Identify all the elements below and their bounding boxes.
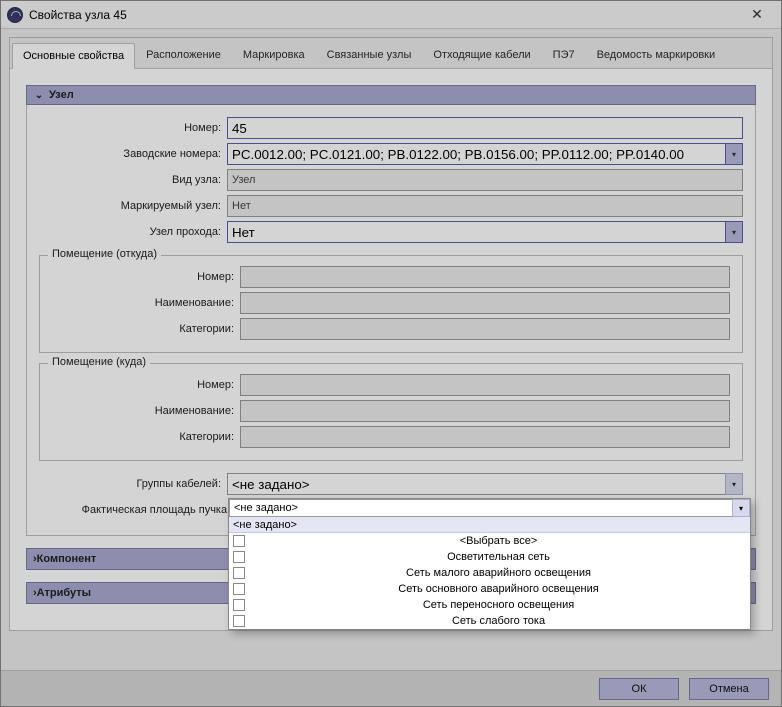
chevron-down-icon[interactable]: ▾: [725, 221, 743, 243]
dropdown-selected-text: <не задано>: [229, 499, 732, 517]
chevron-down-icon[interactable]: ▾: [732, 499, 750, 517]
label-rt-name: Наименование:: [52, 405, 240, 417]
label-marked-node: Маркируемый узел:: [39, 200, 227, 212]
checkbox-icon[interactable]: [233, 535, 245, 547]
tab-label: Расположение: [146, 49, 221, 61]
label-bundle-area: Фактическая площадь пучка, см²:: [39, 504, 259, 516]
dropdown-list: <Выбрать все> Осветительная сеть Сеть ма…: [229, 533, 750, 629]
chevron-down-icon[interactable]: ▾: [725, 473, 743, 495]
value-rt-cat: [240, 426, 730, 448]
value-rt-name: [240, 400, 730, 422]
window-title: Свойства узла 45: [29, 8, 737, 22]
label-node-kind: Вид узла:: [39, 174, 227, 186]
app-icon: [7, 7, 23, 23]
value-rf-number: [240, 266, 730, 288]
tab-outgoing-cables[interactable]: Отходящие кабели: [422, 42, 541, 68]
input-number[interactable]: [227, 117, 743, 139]
dropdown-highlighted-item[interactable]: <не задано>: [229, 517, 750, 533]
dropdown-option[interactable]: Сеть основного аварийного освещения: [229, 581, 750, 597]
chevron-down-icon: ⌄: [33, 90, 45, 101]
tab-marking[interactable]: Маркировка: [232, 42, 316, 68]
checkbox-icon[interactable]: [233, 583, 245, 595]
dropdown-option[interactable]: <Выбрать все>: [229, 533, 750, 549]
fieldset-room-from: Помещение (откуда) Номер: Наименование: …: [39, 255, 743, 353]
combo-factory-numbers[interactable]: ▾: [227, 143, 743, 165]
tab-main-props[interactable]: Основные свойства: [12, 43, 135, 69]
label-rt-cat: Категории:: [52, 431, 240, 443]
tab-linked-nodes[interactable]: Связанные узлы: [316, 42, 423, 68]
combo-passage-node[interactable]: ▾: [227, 221, 743, 243]
dropdown-option[interactable]: Сеть переносного освещения: [229, 597, 750, 613]
fieldset-room-to: Помещение (куда) Номер: Наименование: Ка…: [39, 363, 743, 461]
option-label: Сеть переносного освещения: [251, 599, 746, 611]
dropdown-header: <не задано> ▾: [229, 499, 750, 517]
chevron-down-icon[interactable]: ▾: [725, 143, 743, 165]
label-factory-numbers: Заводские номера:: [39, 148, 227, 160]
button-label: ОК: [632, 683, 647, 695]
section-title: Узел: [49, 89, 74, 101]
tab-label: Основные свойства: [23, 50, 124, 62]
tab-label: Маркировка: [243, 49, 305, 61]
combo-cable-groups[interactable]: ▾: [227, 473, 743, 495]
tab-label: Связанные узлы: [327, 49, 412, 61]
dropdown-option[interactable]: Осветительная сеть: [229, 549, 750, 565]
label-passage-node: Узел прохода:: [39, 226, 227, 238]
checkbox-icon[interactable]: [233, 599, 245, 611]
value-rt-number: [240, 374, 730, 396]
close-button[interactable]: ✕: [737, 3, 777, 27]
value-rf-cat: [240, 318, 730, 340]
label-rt-number: Номер:: [52, 379, 240, 391]
close-icon: ✕: [751, 6, 763, 23]
tab-label: Отходящие кабели: [433, 49, 530, 61]
tab-strip: Основные свойства Расположение Маркировк…: [10, 38, 772, 68]
section-node-body: Номер: Заводские номера: ▾ В: [26, 105, 756, 536]
legend-room-from: Помещение (откуда): [48, 248, 161, 260]
tab-marking-sheet[interactable]: Ведомость маркировки: [586, 42, 727, 68]
combo-factory-input[interactable]: [227, 143, 725, 165]
label-cable-groups: Группы кабелей:: [39, 478, 227, 490]
option-label: Сеть малого аварийного освещения: [251, 567, 746, 579]
value-rf-name: [240, 292, 730, 314]
dropdown-option[interactable]: Сеть малого аварийного освещения: [229, 565, 750, 581]
dropdown-option[interactable]: Сеть слабого тока: [229, 613, 750, 629]
button-label: Отмена: [709, 683, 748, 695]
combo-cable-groups-input[interactable]: [227, 473, 725, 495]
combo-passage-input[interactable]: [227, 221, 725, 243]
option-label: Сеть слабого тока: [251, 615, 746, 627]
checkbox-icon[interactable]: [233, 567, 245, 579]
label-rf-name: Наименование:: [52, 297, 240, 309]
label-rf-number: Номер:: [52, 271, 240, 283]
section-title: Компонент: [37, 553, 97, 565]
tab-label: Ведомость маркировки: [597, 49, 716, 61]
label-rf-cat: Категории:: [52, 323, 240, 335]
cable-groups-dropdown[interactable]: <не задано> ▾ <не задано> <Выбрать все> …: [228, 498, 751, 630]
legend-room-to: Помещение (куда): [48, 356, 150, 368]
tab-location[interactable]: Расположение: [135, 42, 232, 68]
tab-label: ПЭ7: [553, 49, 575, 61]
titlebar: Свойства узла 45 ✕: [1, 1, 781, 29]
value-marked-node: Нет: [227, 195, 743, 217]
option-label: Осветительная сеть: [251, 551, 746, 563]
dialog-footer: ОК Отмена: [1, 670, 781, 706]
label-number: Номер:: [39, 122, 227, 134]
checkbox-icon[interactable]: [233, 551, 245, 563]
section-node-header[interactable]: ⌄ Узел: [26, 85, 756, 105]
cancel-button[interactable]: Отмена: [689, 678, 769, 700]
checkbox-icon[interactable]: [233, 615, 245, 627]
ok-button[interactable]: ОК: [599, 678, 679, 700]
option-label: <Выбрать все>: [251, 535, 746, 547]
option-label: Сеть основного аварийного освещения: [251, 583, 746, 595]
value-node-kind: Узел: [227, 169, 743, 191]
section-title: Атрибуты: [37, 587, 91, 599]
tab-pe7[interactable]: ПЭ7: [542, 42, 586, 68]
